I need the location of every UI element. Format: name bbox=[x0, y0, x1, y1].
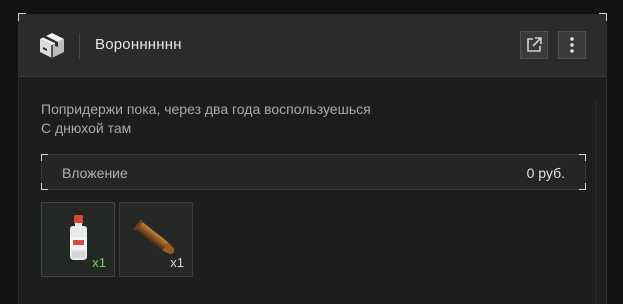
message-line: Попридержи пока, через два года воспольз… bbox=[41, 101, 371, 117]
more-vertical-icon bbox=[570, 37, 574, 53]
frame-corner bbox=[41, 183, 48, 190]
message-text: Попридержи пока, через два года воспольз… bbox=[41, 100, 371, 138]
attachment-item-slot[interactable]: x1 bbox=[41, 202, 115, 277]
scrollbar-track[interactable] bbox=[595, 100, 597, 304]
investment-label: Вложение bbox=[62, 165, 128, 181]
open-external-icon bbox=[527, 37, 542, 52]
panel-header: Воронннннн bbox=[19, 14, 606, 77]
attachment-item-slot[interactable]: x1 bbox=[119, 202, 193, 277]
investment-value: 0 руб. bbox=[526, 165, 565, 181]
more-options-button[interactable] bbox=[558, 31, 586, 59]
open-external-button[interactable] bbox=[520, 31, 548, 59]
package-box-icon bbox=[38, 31, 66, 59]
item-quantity: x1 bbox=[170, 255, 184, 270]
frame-corner bbox=[41, 154, 48, 161]
frame-corner bbox=[579, 183, 586, 190]
header-divider bbox=[79, 33, 80, 59]
message-line: С днюхой там bbox=[41, 120, 132, 136]
investment-row: Вложение 0 руб. bbox=[41, 154, 586, 190]
message-panel: Воронннннн Попридержи пока, через два го… bbox=[18, 13, 607, 304]
sender-title: Воронннннн bbox=[95, 36, 182, 53]
item-quantity: x1 bbox=[92, 255, 106, 270]
frame-corner bbox=[579, 154, 586, 161]
